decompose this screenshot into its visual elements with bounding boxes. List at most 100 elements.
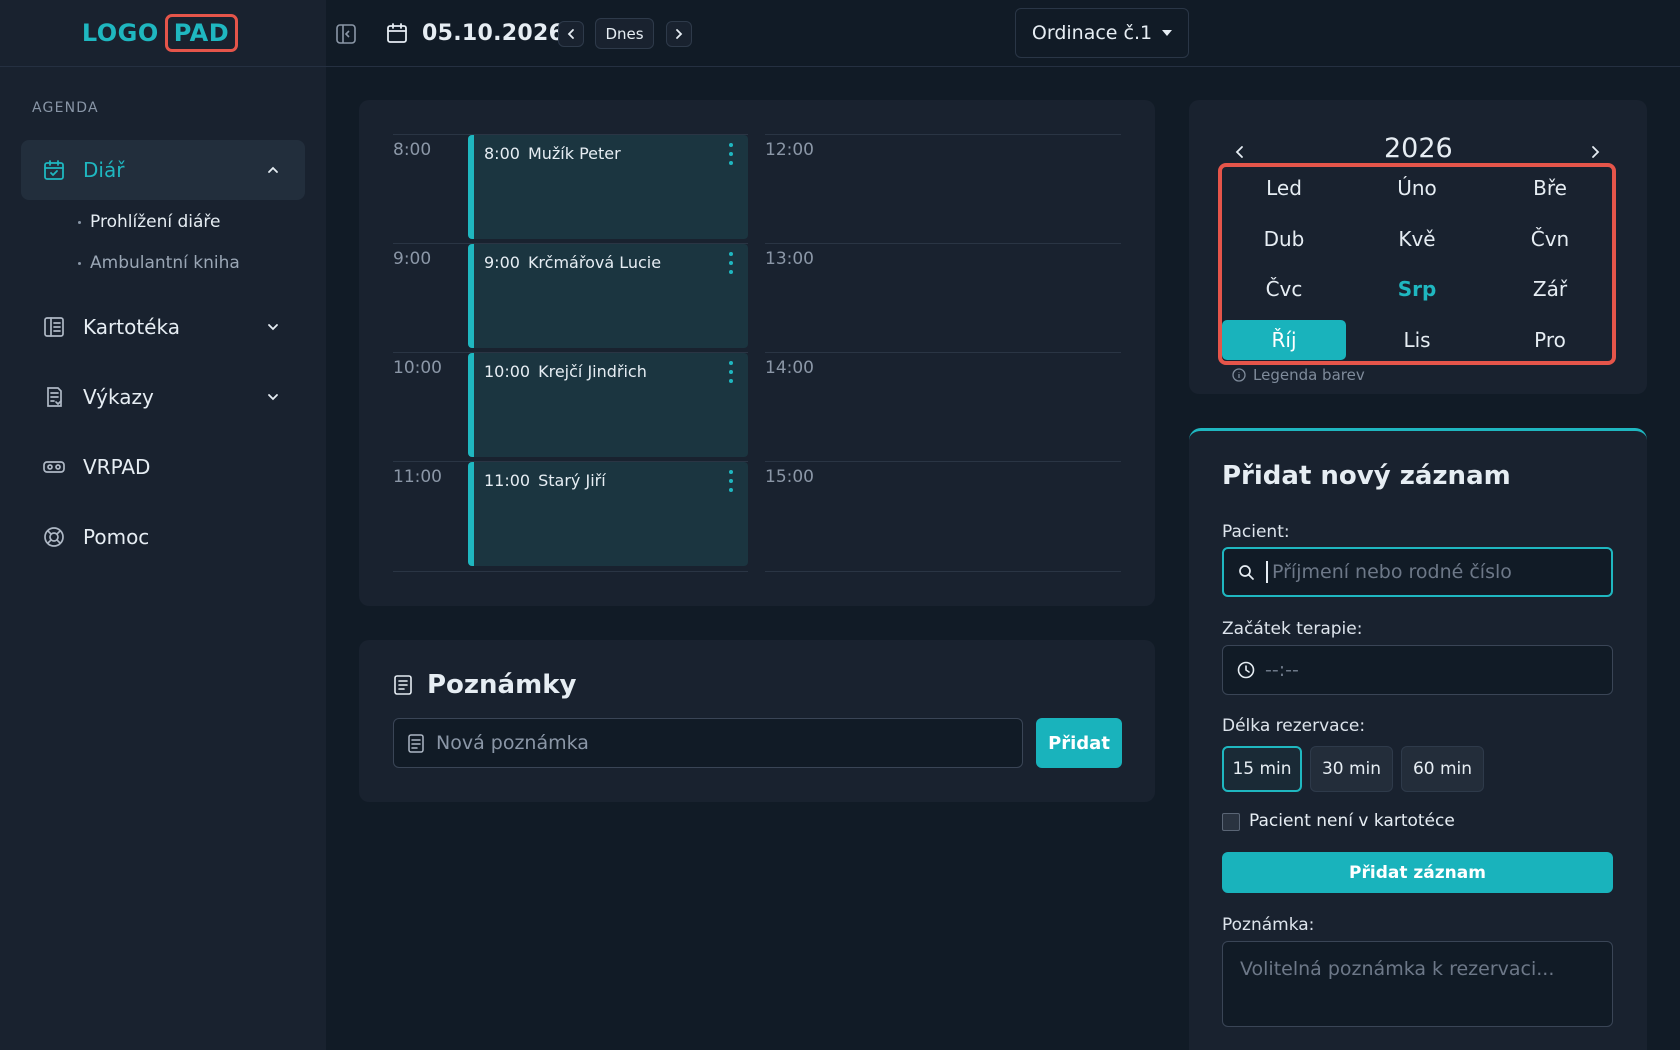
time-label: 13:00 xyxy=(765,249,814,269)
appointment-text: 9:00 Krčmářová Lucie xyxy=(484,253,661,272)
appointment-time: 8:00 xyxy=(484,144,520,163)
notes-panel: Poznámky Nová poznámka Přidat xyxy=(359,640,1155,802)
chevron-left-icon xyxy=(567,29,574,39)
next-day-button[interactable] xyxy=(666,21,692,47)
clinic-select-value: Ordinace č.1 xyxy=(1031,22,1153,44)
month-uno[interactable]: Úno xyxy=(1355,168,1479,208)
not-in-records-checkbox[interactable] xyxy=(1222,813,1240,831)
sidebar-item-label: VRPAD xyxy=(83,455,151,479)
month-rij[interactable]: Říj xyxy=(1222,320,1346,360)
chevron-right-icon xyxy=(1592,146,1600,158)
logo[interactable]: LOGO PAD xyxy=(81,14,239,52)
time-label: 12:00 xyxy=(765,140,814,160)
add-record-button[interactable]: Přidat záznam xyxy=(1222,852,1613,893)
sidebar-item-diar[interactable]: Diář xyxy=(21,140,305,200)
sidebar-item-vrpad[interactable]: VRPAD xyxy=(21,437,305,497)
bullet-dot xyxy=(78,261,81,265)
add-note-button[interactable]: Přidat xyxy=(1036,718,1122,768)
time-label: 9:00 xyxy=(393,249,432,269)
search-icon xyxy=(1238,564,1255,581)
sidebar-item-vykazy[interactable]: Výkazy xyxy=(21,367,305,427)
clinic-select[interactable]: Ordinace č.1 xyxy=(1015,8,1189,58)
month-cvc[interactable]: Čvc xyxy=(1222,269,1346,309)
appointment-patient: Mužík Peter xyxy=(527,144,621,163)
sidebar-subitem-label: Ambulantní kniha xyxy=(90,253,240,273)
month-kve[interactable]: Kvě xyxy=(1355,219,1479,259)
calendar-icon[interactable] xyxy=(384,20,410,46)
new-note-placeholder: Nová poznámka xyxy=(436,732,589,754)
more-options-icon[interactable] xyxy=(726,361,736,383)
today-button[interactable]: Dnes xyxy=(595,18,654,49)
sidebar-subitem-prohlizeni[interactable]: Prohlížení diáře xyxy=(78,212,220,232)
patient-search-input[interactable]: Příjmení nebo rodné číslo xyxy=(1222,547,1613,597)
appointment-time: 9:00 xyxy=(484,253,520,272)
chevron-up-icon xyxy=(263,160,283,180)
caret-down-icon xyxy=(1162,30,1173,36)
prev-year-button[interactable] xyxy=(1230,142,1250,162)
note-icon xyxy=(408,734,424,758)
appointment-card[interactable]: 9:00 Krčmářová Lucie xyxy=(468,244,748,348)
logo-text: LOGO xyxy=(81,19,159,47)
patient-label: Pacient: xyxy=(1222,522,1290,542)
appointment-time: 10:00 xyxy=(484,362,531,381)
month-srp[interactable]: Srp xyxy=(1355,269,1479,309)
hour-divider xyxy=(393,571,748,572)
logo-pad-text: PAD xyxy=(164,14,239,52)
appointment-card[interactable]: 8:00 Mužík Peter xyxy=(468,135,748,239)
chevron-down-icon xyxy=(263,387,283,407)
sidebar-item-pomoc[interactable]: Pomoc xyxy=(21,507,305,567)
sidebar-subitem-label: Prohlížení diáře xyxy=(90,212,221,232)
hour-divider xyxy=(765,571,1121,572)
not-in-records-label: Pacient není v kartotéce xyxy=(1249,811,1455,831)
info-icon xyxy=(1232,368,1246,382)
month-pro[interactable]: Pro xyxy=(1488,320,1612,360)
more-options-icon[interactable] xyxy=(726,143,736,165)
prev-day-button[interactable] xyxy=(558,21,584,47)
topbar: 05.10.2026 Dnes Ordinace č.1 xyxy=(326,0,1680,67)
appointment-text: 8:00 Mužík Peter xyxy=(484,144,621,163)
appointment-time: 11:00 xyxy=(484,471,531,490)
appointment-card[interactable]: 10:00 Krejčí Jindřich xyxy=(468,353,748,457)
appointment-text: 10:00 Krejčí Jindřich xyxy=(484,362,647,381)
hour-divider xyxy=(765,134,1121,135)
chevron-right-icon xyxy=(676,29,683,39)
appointment-card[interactable]: 11:00 Starý Jiří xyxy=(468,462,748,566)
therapy-start-time-input[interactable]: --:-- xyxy=(1222,645,1613,695)
month-dub[interactable]: Dub xyxy=(1222,219,1346,259)
sidebar: LOGO PAD AGENDA Diář Prohlížení diáře Am… xyxy=(0,0,326,1050)
next-year-button[interactable] xyxy=(1585,142,1605,162)
sidebar-item-label: Diář xyxy=(83,158,125,182)
calendar-check-icon xyxy=(41,157,67,183)
hour-divider xyxy=(765,461,1121,462)
more-options-icon[interactable] xyxy=(726,252,736,274)
reservation-note-textarea[interactable]: Volitelná poznámka k rezervaci... xyxy=(1222,941,1613,1027)
note-label: Poznámka: xyxy=(1222,915,1315,935)
duration-60-button[interactable]: 60 min xyxy=(1401,746,1484,792)
reservation-note-placeholder: Volitelná poznámka k rezervaci... xyxy=(1240,958,1555,980)
sidebar-toggle-icon[interactable] xyxy=(334,22,358,46)
month-led[interactable]: Led xyxy=(1222,168,1346,208)
chevron-left-icon xyxy=(1235,146,1243,158)
duration-30-button[interactable]: 30 min xyxy=(1310,746,1393,792)
current-date: 05.10.2026 xyxy=(422,20,565,46)
month-cvn[interactable]: Čvn xyxy=(1488,219,1612,259)
more-options-icon[interactable] xyxy=(726,470,736,492)
time-label: 8:00 xyxy=(393,140,432,160)
sidebar-item-label: Pomoc xyxy=(83,525,150,549)
text-caret xyxy=(1266,561,1268,583)
chevron-down-icon xyxy=(263,317,283,337)
month-lis[interactable]: Lis xyxy=(1355,320,1479,360)
new-note-input[interactable]: Nová poznámka xyxy=(393,718,1023,768)
color-legend-label: Legenda barev xyxy=(1253,366,1365,384)
notes-title-text: Poznámky xyxy=(427,670,577,700)
sidebar-item-label: Kartotéka xyxy=(83,315,180,339)
sidebar-subitem-ambulantni-kniha[interactable]: Ambulantní kniha xyxy=(78,253,240,273)
duration-15-button[interactable]: 15 min xyxy=(1222,746,1302,792)
hour-divider xyxy=(765,243,1121,244)
color-legend-link[interactable]: Legenda barev xyxy=(1232,366,1365,384)
form-title: Přidat nový záznam xyxy=(1222,461,1511,491)
month-zar[interactable]: Zář xyxy=(1488,269,1612,309)
patient-search-placeholder: Příjmení nebo rodné číslo xyxy=(1272,561,1512,583)
sidebar-item-kartoteka[interactable]: Kartotéka xyxy=(21,297,305,357)
month-bre[interactable]: Bře xyxy=(1488,168,1612,208)
